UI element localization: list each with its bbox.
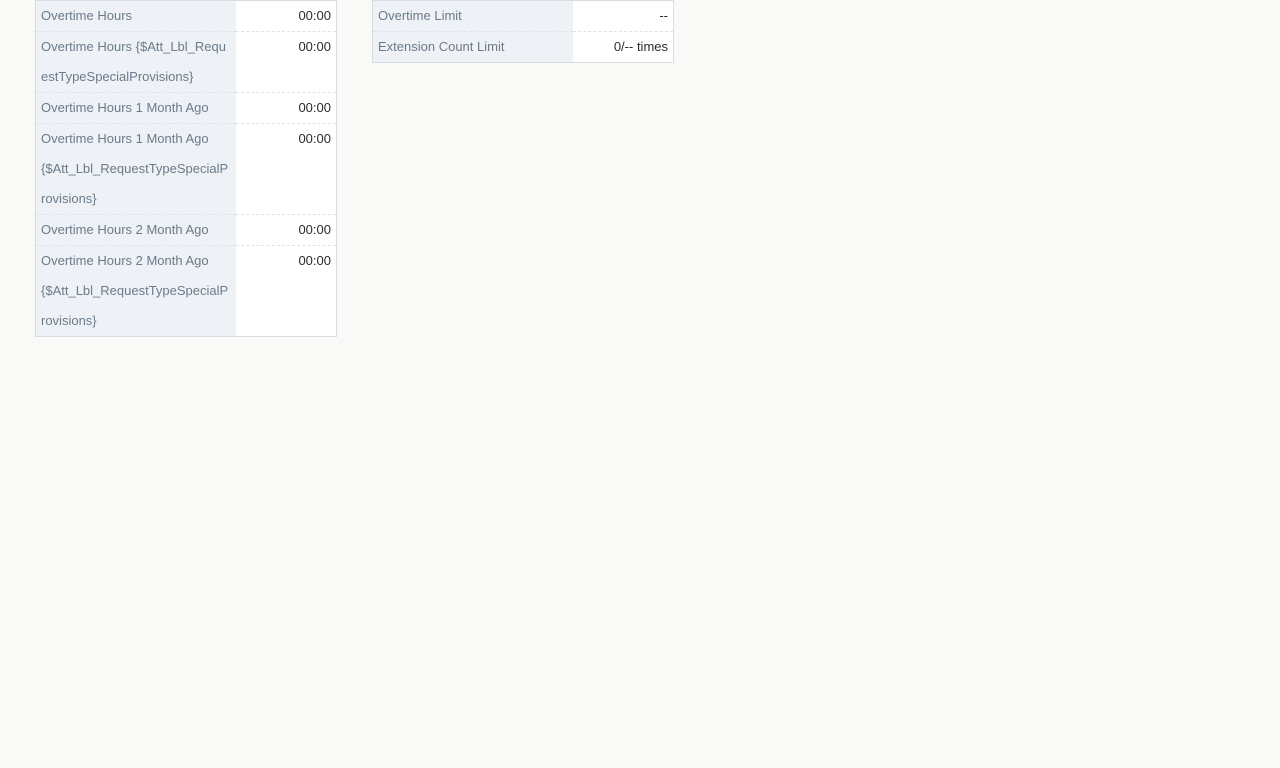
row-label: Overtime Hours {$Att_Lbl_RequestTypeSpec… <box>35 31 236 93</box>
table-row: Overtime Hours 2 Month Ago 00:00 <box>35 214 337 246</box>
page: Overtime Hours 00:00 Overtime Hours {$At… <box>0 0 1280 768</box>
overtime-limit-table: Overtime Limit -- Extension Count Limit … <box>372 0 674 63</box>
row-value: 00:00 <box>236 214 337 246</box>
row-value: 00:00 <box>236 245 337 337</box>
row-value: 00:00 <box>236 92 337 124</box>
table-row: Overtime Hours 2 Month Ago {$Att_Lbl_Req… <box>35 245 337 337</box>
row-value: 00:00 <box>236 0 337 32</box>
row-value: 0/-- times <box>573 31 674 63</box>
row-label: Overtime Hours <box>35 0 236 32</box>
table-row: Extension Count Limit 0/-- times <box>372 31 674 63</box>
row-value: -- <box>573 0 674 32</box>
table-row: Overtime Hours 00:00 <box>35 0 337 32</box>
overtime-hours-table: Overtime Hours 00:00 Overtime Hours {$At… <box>35 0 337 337</box>
row-label: Overtime Hours 1 Month Ago {$Att_Lbl_Req… <box>35 123 236 215</box>
row-label: Overtime Hours 2 Month Ago {$Att_Lbl_Req… <box>35 245 236 337</box>
row-label: Overtime Hours 2 Month Ago <box>35 214 236 246</box>
table-row: Overtime Hours 1 Month Ago 00:00 <box>35 92 337 124</box>
row-label: Overtime Hours 1 Month Ago <box>35 92 236 124</box>
row-label: Extension Count Limit <box>372 31 573 63</box>
row-value: 00:00 <box>236 31 337 93</box>
table-row: Overtime Hours 1 Month Ago {$Att_Lbl_Req… <box>35 123 337 215</box>
table-row: Overtime Hours {$Att_Lbl_RequestTypeSpec… <box>35 31 337 93</box>
table-row: Overtime Limit -- <box>372 0 674 32</box>
row-value: 00:00 <box>236 123 337 215</box>
row-label: Overtime Limit <box>372 0 573 32</box>
